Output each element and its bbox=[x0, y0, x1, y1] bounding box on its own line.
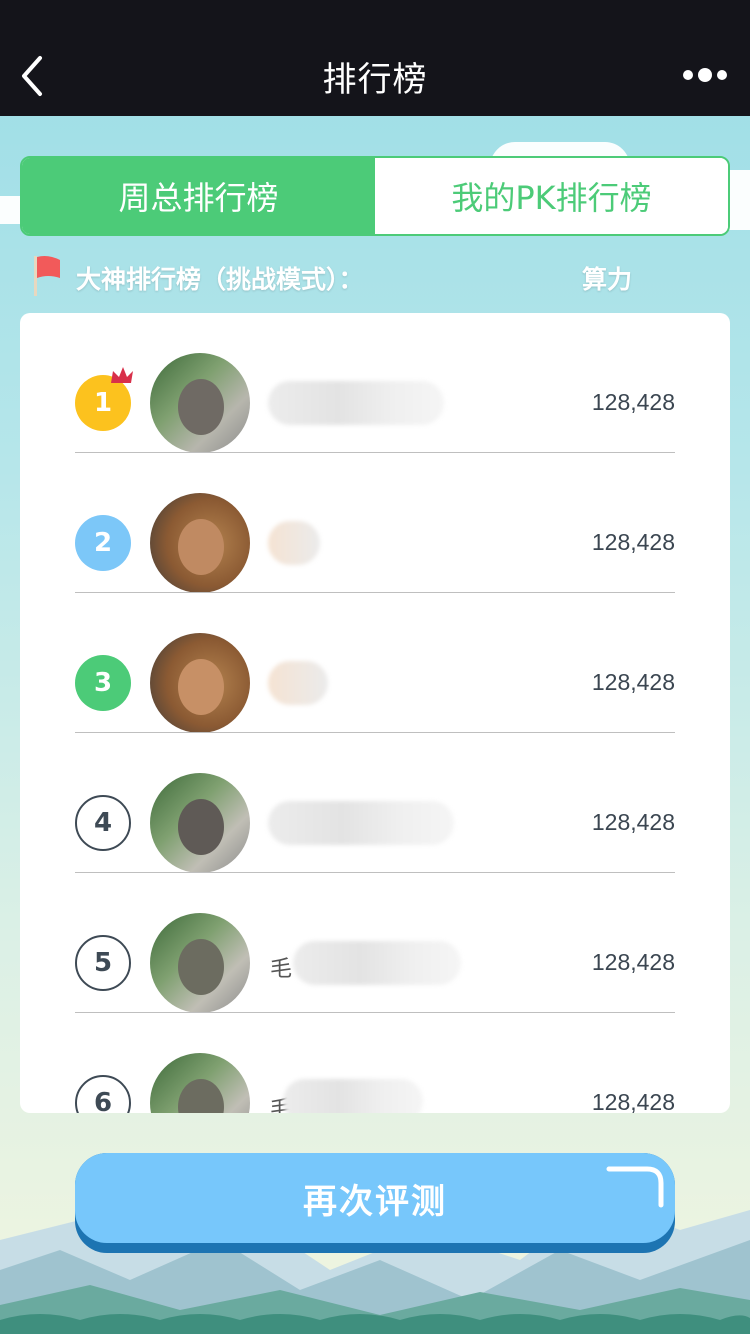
rank-badge: 2 bbox=[75, 515, 131, 571]
avatar bbox=[150, 1053, 250, 1113]
button-shine-decoration bbox=[606, 1166, 664, 1208]
score-value: 128,428 bbox=[591, 389, 675, 415]
nav-bar: 排行榜 bbox=[0, 0, 750, 116]
more-options-icon[interactable] bbox=[682, 66, 728, 84]
rank-badge: 4 bbox=[75, 795, 131, 851]
crown-icon bbox=[111, 367, 133, 383]
rank-badge: 6 bbox=[75, 1075, 131, 1113]
page-title: 排行榜 bbox=[322, 60, 428, 100]
flag-icon bbox=[34, 256, 60, 296]
avatar bbox=[150, 493, 250, 593]
user-name-blurred bbox=[293, 941, 461, 985]
rank-badge: 5 bbox=[75, 935, 131, 991]
retest-button-label: 再次评测 bbox=[75, 1153, 675, 1243]
leaderboard-row[interactable]: 2 128,428 bbox=[75, 453, 675, 593]
score-value: 128,428 bbox=[591, 669, 675, 695]
avatar bbox=[150, 353, 250, 453]
user-name-blurred bbox=[268, 801, 454, 845]
user-name-blurred bbox=[268, 381, 444, 425]
score-value: 128,428 bbox=[591, 1089, 675, 1113]
leaderboard-row[interactable]: 6 毛 世界 128,428 bbox=[75, 1013, 675, 1113]
user-name-blurred bbox=[283, 1079, 423, 1113]
score-column-header: 算力 bbox=[582, 265, 633, 294]
user-name-blurred bbox=[268, 521, 320, 565]
score-value: 128,428 bbox=[591, 809, 675, 835]
tab-weekly-ranking[interactable]: 周总排行榜 bbox=[22, 158, 375, 234]
score-value: 128,428 bbox=[591, 529, 675, 555]
ranking-tabs: 周总排行榜 我的PK排行榜 bbox=[20, 156, 730, 236]
section-header: 大神排行榜（挑战模式）： 算力 bbox=[30, 254, 730, 300]
avatar bbox=[150, 913, 250, 1013]
score-value: 128,428 bbox=[591, 949, 675, 975]
tab-my-pk-ranking[interactable]: 我的PK排行榜 bbox=[375, 158, 728, 234]
leaderboard-row[interactable]: 1 128,428 bbox=[75, 313, 675, 453]
user-name: 毛 bbox=[270, 957, 293, 982]
leaderboard-row[interactable]: 4 128,428 bbox=[75, 733, 675, 873]
avatar bbox=[150, 773, 250, 873]
retest-button[interactable]: 再次评测 bbox=[75, 1153, 675, 1253]
rank-badge: 3 bbox=[75, 655, 131, 711]
section-title: 大神排行榜（挑战模式）： bbox=[76, 265, 364, 294]
leaderboard-row[interactable]: 3 128,428 bbox=[75, 593, 675, 733]
avatar bbox=[150, 633, 250, 733]
user-name-blurred bbox=[268, 661, 328, 705]
leaderboard-list[interactable]: 1 128,428 2 128,428 3 128,428 4 128,428 … bbox=[20, 313, 730, 1113]
leaderboard-row[interactable]: 5 毛 128,428 bbox=[75, 873, 675, 1013]
